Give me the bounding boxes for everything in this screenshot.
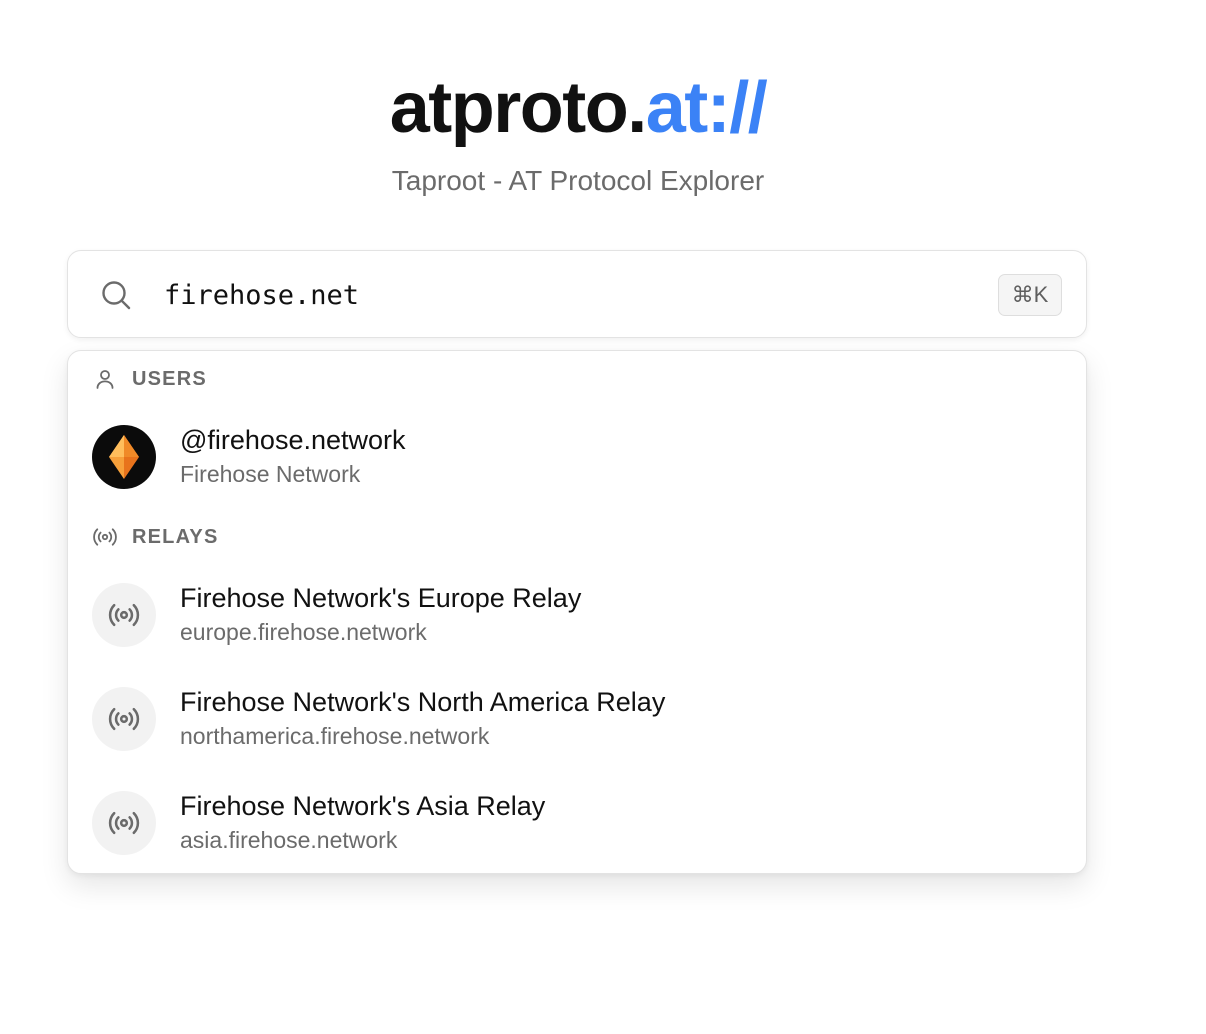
broadcast-icon xyxy=(92,524,118,550)
logo-accent-text: at:// xyxy=(645,68,768,148)
relay-broadcast-icon xyxy=(92,583,156,647)
relay-result-item[interactable]: Firehose Network's Europe Relay europe.f… xyxy=(68,575,1086,655)
relays-section-header: RELAYS xyxy=(92,522,219,552)
relay-result-item[interactable]: Firehose Network's Asia Relay asia.fireh… xyxy=(68,783,1086,863)
user-display-name: Firehose Network xyxy=(180,461,361,487)
relay-name: Firehose Network's Asia Relay xyxy=(180,791,546,821)
relay-host: europe.firehose.network xyxy=(180,619,427,645)
relay-host: asia.firehose.network xyxy=(180,827,398,853)
user-handle: @firehose.network xyxy=(180,425,406,455)
users-section-label: USERS xyxy=(132,367,207,390)
site-logo[interactable]: atproto.at:// xyxy=(0,64,1156,152)
relay-host: northamerica.firehose.network xyxy=(180,723,490,749)
user-icon xyxy=(92,366,118,392)
relay-broadcast-icon xyxy=(92,687,156,751)
relay-name: Firehose Network's North America Relay xyxy=(180,687,666,717)
relay-result-item[interactable]: Firehose Network's North America Relay n… xyxy=(68,679,1086,759)
search-box[interactable]: ⌘K xyxy=(67,250,1087,338)
user-result-item[interactable]: @firehose.network Firehose Network xyxy=(68,417,1086,497)
relay-name: Firehose Network's Europe Relay xyxy=(180,583,582,613)
page: atproto.at:// Taproot - AT Protocol Expl… xyxy=(0,0,1206,1034)
page-subtitle: Taproot - AT Protocol Explorer xyxy=(391,165,765,196)
keyboard-shortcut-badge: ⌘K xyxy=(998,274,1062,316)
search-results-dropdown: USERS @firehose.network Firehose Network xyxy=(67,350,1087,874)
orange-diamond-avatar xyxy=(92,425,156,489)
logo-main-text: atproto. xyxy=(389,68,647,148)
users-section-header: USERS xyxy=(92,364,207,394)
relay-broadcast-icon xyxy=(92,791,156,855)
search-input[interactable] xyxy=(164,271,984,319)
search-icon xyxy=(102,281,131,310)
relays-section-label: RELAYS xyxy=(132,525,219,548)
